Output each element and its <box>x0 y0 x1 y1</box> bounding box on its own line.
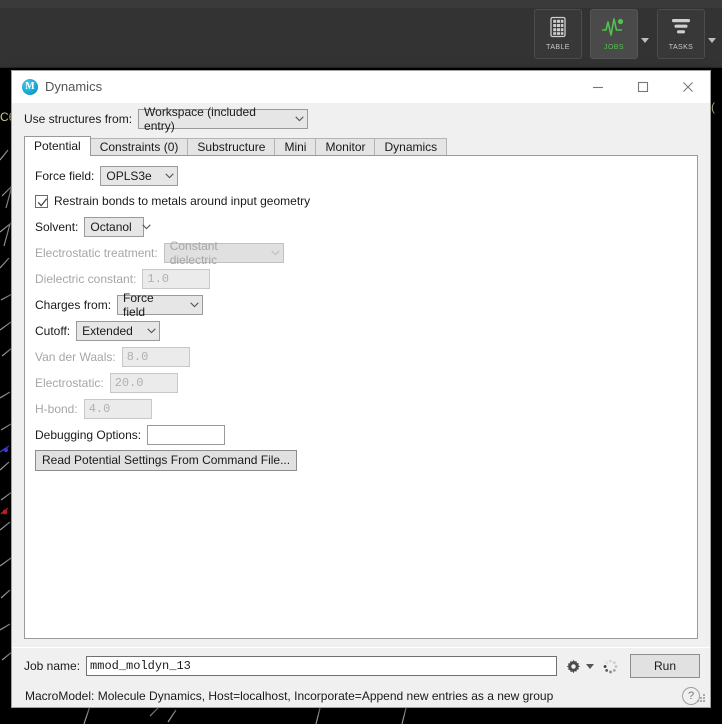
chevron-down-icon <box>292 116 307 122</box>
maximize-button[interactable] <box>620 71 665 102</box>
job-name-label: Job name: <box>24 659 81 673</box>
electrostatic-treatment-row: Electrostatic treatment: Constant dielec… <box>35 239 697 267</box>
gear-icon[interactable] <box>566 659 581 674</box>
toolbar-label-tasks: TASKS <box>668 44 694 51</box>
toolbar-button-table[interactable]: TABLE <box>534 9 582 59</box>
electrostatic-treatment-value: Constant dielectric <box>169 238 218 267</box>
run-button[interactable]: Run <box>630 654 700 678</box>
heartbeat-icon <box>601 16 627 41</box>
potential-tab-panel: Force field: OPLS3e Restrain bonds to me… <box>24 155 698 639</box>
hbond-label: H-bond: <box>35 401 78 416</box>
tab-monitor[interactable]: Monitor <box>315 138 376 156</box>
top-toolbar: TABLE JOBS TASKS <box>0 0 722 68</box>
toolbar-top-strip <box>0 0 722 8</box>
toolbar-group-table: TABLE <box>534 9 582 59</box>
van-der-waals-label: Van der Waals: <box>35 349 116 364</box>
restrain-bonds-label: Restrain bonds to metals around input ge… <box>54 194 311 208</box>
read-settings-row: Read Potential Settings From Command Fil… <box>35 450 697 471</box>
hbond-input: 4.0 <box>83 398 152 419</box>
tab-mini[interactable]: Mini <box>274 138 317 156</box>
tab-bar: Potential Constraints (0) Substructure M… <box>24 136 710 156</box>
minimize-icon <box>592 86 603 88</box>
debugging-options-row: Debugging Options: <box>35 424 697 445</box>
use-structures-value: Workspace (included entry) <box>144 105 256 133</box>
resize-grip[interactable] <box>697 694 706 703</box>
minimize-button[interactable] <box>575 71 620 102</box>
solvent-select[interactable]: Octanol <box>84 216 151 237</box>
electrostatic-label: Electrostatic: <box>35 375 104 390</box>
charges-from-value: Force field <box>123 290 154 319</box>
dialog-body: Use structures from: Workspace (included… <box>12 103 710 705</box>
electrostatic-row: Electrostatic: 20.0 <box>35 372 697 393</box>
close-button[interactable] <box>665 71 710 102</box>
tab-substructure[interactable]: Substructure <box>187 138 276 156</box>
restrain-bonds-row: Restrain bonds to metals around input ge… <box>35 191 697 211</box>
dielectric-constant-row: Dielectric constant: 1.0 <box>35 268 697 289</box>
chevron-down-icon <box>162 172 178 179</box>
electrostatic-treatment-select: Constant dielectric <box>163 239 284 267</box>
charges-from-row: Charges from: Force field <box>35 291 697 319</box>
status-text: MacroModel: Molecule Dynamics, Host=loca… <box>25 689 554 703</box>
close-icon <box>682 81 693 92</box>
charges-from-label: Charges from: <box>35 297 112 312</box>
use-structures-select[interactable]: Workspace (included entry) <box>138 105 309 133</box>
job-name-input[interactable]: mmod_moldyn_13 <box>86 656 557 676</box>
use-structures-label: Use structures from: <box>24 112 133 126</box>
chevron-down-icon <box>187 301 202 308</box>
spinner-icon[interactable] <box>603 659 618 674</box>
window-controls <box>575 71 710 102</box>
dielectric-constant-input: 1.0 <box>142 268 211 289</box>
solvent-value: Octanol <box>90 219 132 234</box>
chevron-down-icon <box>268 249 282 256</box>
force-field-select[interactable]: OPLS3e <box>100 165 179 186</box>
solvent-row: Solvent: Octanol <box>35 216 697 237</box>
read-potential-settings-button[interactable]: Read Potential Settings From Command Fil… <box>35 450 298 471</box>
chevron-down-icon <box>142 223 151 230</box>
gear-dropdown-caret-icon[interactable] <box>586 663 594 669</box>
toolbar-button-tasks[interactable]: TASKS <box>657 9 705 59</box>
checkmark-icon <box>37 197 48 207</box>
dialog-titlebar[interactable]: M Dynamics <box>12 71 710 103</box>
tab-potential[interactable]: Potential <box>24 136 91 156</box>
electrostatic-input: 20.0 <box>109 372 178 393</box>
tasks-lines-icon <box>669 16 693 41</box>
tasks-dropdown-caret-icon[interactable] <box>708 37 716 43</box>
maestro-logo-icon: M <box>22 78 38 95</box>
force-field-label: Force field: <box>35 168 95 183</box>
van-der-waals-row: Van der Waals: 8.0 <box>35 346 697 367</box>
table-grid-icon <box>548 16 568 41</box>
status-row: MacroModel: Molecule Dynamics, Host=loca… <box>12 678 710 705</box>
toolbar-group-jobs: JOBS <box>590 9 649 59</box>
dialog-title: Dynamics <box>45 79 103 94</box>
force-field-value: OPLS3e <box>106 168 152 183</box>
toolbar-button-group: TABLE JOBS TASKS <box>534 9 716 59</box>
tab-dynamics[interactable]: Dynamics <box>374 138 448 156</box>
hbond-row: H-bond: 4.0 <box>35 398 697 419</box>
dielectric-constant-label: Dielectric constant: <box>35 271 137 286</box>
force-field-row: Force field: OPLS3e <box>35 165 697 186</box>
tab-constraints[interactable]: Constraints (0) <box>89 138 189 156</box>
solvent-label: Solvent: <box>35 219 79 234</box>
toolbar-label-jobs: JOBS <box>604 44 624 51</box>
job-name-row: Job name: mmod_moldyn_13 Run <box>12 648 710 678</box>
debugging-options-input[interactable] <box>147 424 226 445</box>
cutoff-select[interactable]: Extended <box>76 320 161 341</box>
toolbar-label-table: TABLE <box>546 44 570 51</box>
toolbar-button-jobs[interactable]: JOBS <box>590 9 638 59</box>
debugging-options-label: Debugging Options: <box>35 427 142 442</box>
chevron-down-icon <box>143 327 159 334</box>
toolbar-group-tasks: TASKS <box>657 9 716 59</box>
dynamics-dialog: M Dynamics Use structures from: Workspac… <box>11 70 711 708</box>
restrain-bonds-checkbox[interactable] <box>35 194 48 208</box>
use-structures-row: Use structures from: Workspace (included… <box>12 103 710 133</box>
cutoff-value: Extended <box>82 323 133 338</box>
cutoff-label: Cutoff: <box>35 323 71 338</box>
app-root: C6 )=( <box>0 0 722 724</box>
maximize-icon <box>637 81 648 92</box>
van-der-waals-input: 8.0 <box>121 346 190 367</box>
cutoff-row: Cutoff: Extended <box>35 320 697 341</box>
jobs-dropdown-caret-icon[interactable] <box>641 37 649 43</box>
electrostatic-treatment-label: Electrostatic treatment: <box>35 245 158 260</box>
charges-from-select[interactable]: Force field <box>117 291 204 319</box>
